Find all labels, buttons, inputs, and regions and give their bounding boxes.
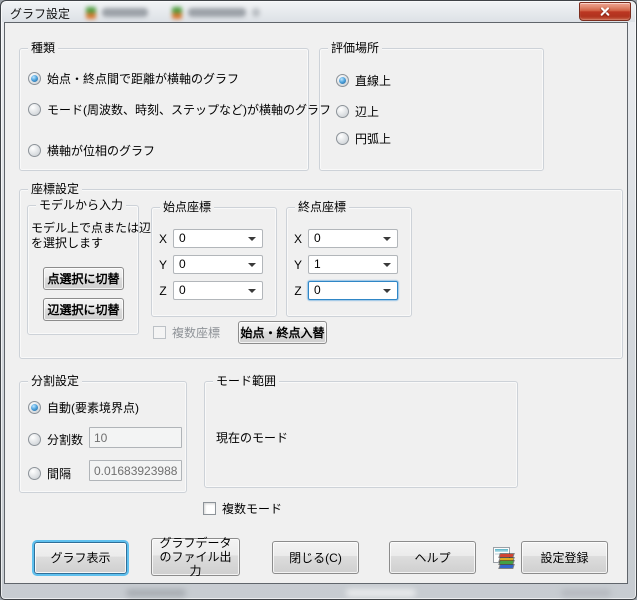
radio-selected-icon xyxy=(336,74,349,87)
radio-type-phase[interactable]: 横軸が位相のグラフ xyxy=(28,142,155,159)
current-mode-text: 現在のモード xyxy=(216,429,288,446)
radio-icon xyxy=(28,144,41,157)
evaluation-place-label: 評価場所 xyxy=(328,41,382,55)
division-count-field[interactable] xyxy=(89,427,182,448)
multi-coordinate-label: 複数座標 xyxy=(172,324,220,341)
export-graph-data-button[interactable]: グラフデータのファイル出力 xyxy=(151,538,240,576)
radio-icon xyxy=(336,132,349,145)
radio-eval-arc[interactable]: 円弧上 xyxy=(336,130,391,147)
multi-mode-label: 複数モード xyxy=(222,500,282,517)
radio-eval-edge[interactable]: 辺上 xyxy=(336,103,379,120)
start-y-axis-label: Y xyxy=(157,258,169,272)
start-x-combobox[interactable]: 0 xyxy=(173,229,263,248)
radio-division-interval[interactable]: 間隔 xyxy=(28,465,71,482)
radio-icon xyxy=(28,103,41,116)
close-button[interactable] xyxy=(579,2,631,21)
background-window-tab xyxy=(172,4,260,21)
division-settings-label: 分割設定 xyxy=(28,374,82,388)
checkbox-icon xyxy=(153,326,166,339)
radio-division-count[interactable]: 分割数 xyxy=(28,431,83,448)
title-bar: グラフ設定 xyxy=(2,2,635,22)
radio-selected-icon xyxy=(28,72,41,85)
register-settings-button[interactable]: 設定登録 xyxy=(521,541,608,574)
radio-label: モード(周波数、時刻、ステップなど)が横軸のグラフ xyxy=(47,101,331,118)
radio-label: 分割数 xyxy=(47,431,83,448)
start-z-axis-label: Z xyxy=(157,284,169,298)
graph-window-icon[interactable] xyxy=(493,546,517,570)
radio-label: 横軸が位相のグラフ xyxy=(47,142,155,159)
graph-settings-dialog: グラフ設定 種類 始点・終点間で距離が横軸のグラフ モード(周波数、時刻、ステッ… xyxy=(0,0,637,600)
radio-label: 円弧上 xyxy=(355,130,391,147)
blurred-app-icon xyxy=(86,7,96,19)
rainbow-stack-icon xyxy=(500,554,516,569)
end-z-axis-label: Z xyxy=(292,284,304,298)
radio-icon xyxy=(336,105,349,118)
start-z-combobox[interactable]: 0 xyxy=(173,281,263,300)
start-y-combobox[interactable]: 0 xyxy=(173,255,263,274)
coordinate-settings-label: 座標設定 xyxy=(28,182,82,196)
radio-type-distance[interactable]: 始点・終点間で距離が横軸のグラフ xyxy=(28,70,239,87)
start-point-label: 始点座標 xyxy=(160,200,214,214)
swap-start-end-button[interactable]: 始点・終点入替 xyxy=(238,321,327,344)
model-input-label: モデルから入力 xyxy=(36,198,126,212)
dialog-body: 種類 始点・終点間で距離が横軸のグラフ モード(周波数、時刻、ステップなど)が横… xyxy=(4,22,628,584)
blurred-app-icon xyxy=(172,7,182,19)
type-group-label: 種類 xyxy=(28,41,58,55)
checkbox-icon xyxy=(203,502,216,515)
start-x-axis-label: X xyxy=(157,232,169,246)
radio-label: 始点・終点間で距離が横軸のグラフ xyxy=(47,70,239,87)
division-interval-field[interactable] xyxy=(89,460,182,481)
radio-selected-icon xyxy=(28,401,41,414)
show-graph-button[interactable]: グラフ表示 xyxy=(34,542,127,574)
radio-label: 直線上 xyxy=(355,72,391,89)
end-y-combobox[interactable]: 1 xyxy=(308,255,398,274)
radio-label: 辺上 xyxy=(355,103,379,120)
end-z-combobox[interactable]: 0 xyxy=(308,281,398,300)
radio-division-auto[interactable]: 自動(要素境界点) xyxy=(28,399,139,416)
close-icon xyxy=(600,6,611,17)
close-dialog-button[interactable]: 閉じる(C) xyxy=(272,541,359,574)
end-point-label: 終点座標 xyxy=(295,200,349,214)
edge-select-button[interactable]: 辺選択に切替 xyxy=(43,298,124,321)
background-window-tab xyxy=(86,4,148,21)
help-button[interactable]: ヘルプ xyxy=(389,541,476,574)
radio-label: 間隔 xyxy=(47,465,71,482)
multi-coordinate-checkbox: 複数座標 xyxy=(153,324,220,341)
radio-eval-line[interactable]: 直線上 xyxy=(336,72,391,89)
end-y-axis-label: Y xyxy=(292,258,304,272)
point-select-button[interactable]: 点選択に切替 xyxy=(43,267,124,290)
multi-mode-checkbox[interactable]: 複数モード xyxy=(203,500,282,517)
glass-reflection xyxy=(561,589,611,597)
mode-range-label: モード範囲 xyxy=(213,374,279,388)
radio-type-mode[interactable]: モード(周波数、時刻、ステップなど)が横軸のグラフ xyxy=(28,101,331,118)
radio-label: 自動(要素境界点) xyxy=(47,399,139,416)
glass-reflection xyxy=(126,589,186,597)
radio-icon xyxy=(28,467,41,480)
model-input-hint-line2: を選択します xyxy=(31,234,103,251)
end-x-combobox[interactable]: 0 xyxy=(308,229,398,248)
radio-icon xyxy=(28,433,41,446)
end-x-axis-label: X xyxy=(292,232,304,246)
window-title: グラフ設定 xyxy=(10,5,70,22)
glass-reflection xyxy=(346,589,416,597)
